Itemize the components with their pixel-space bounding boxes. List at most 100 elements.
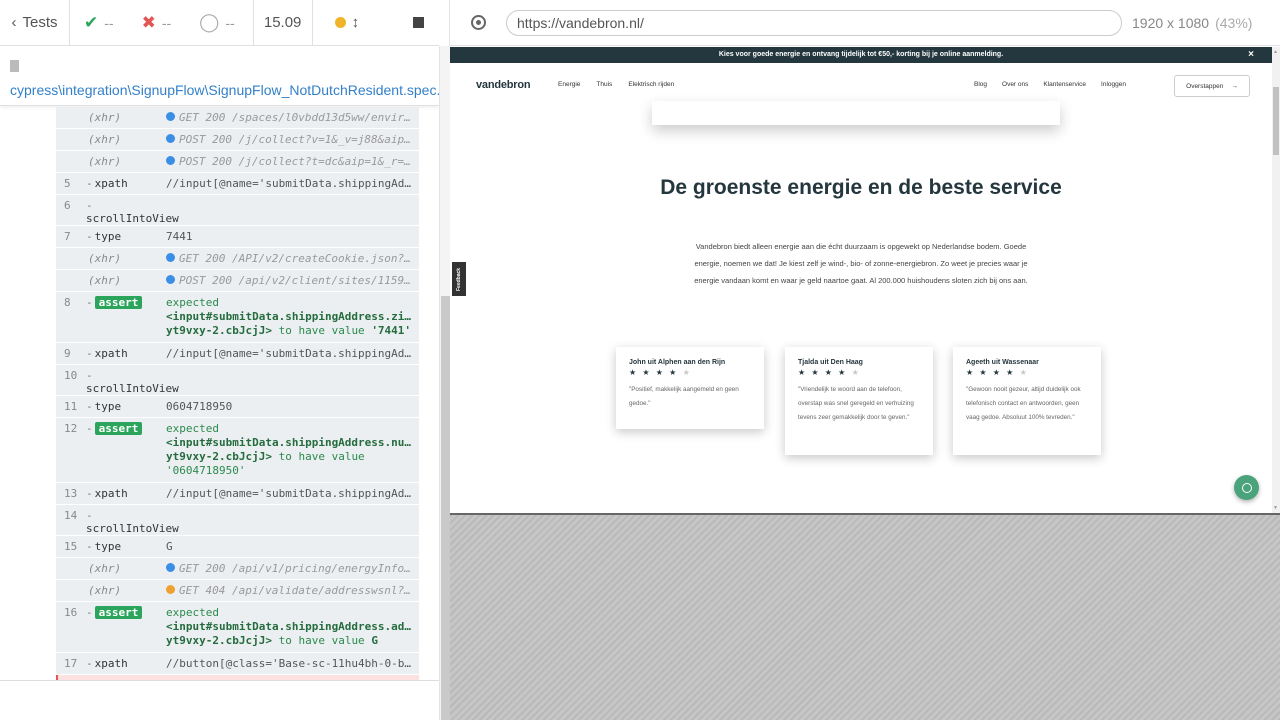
xhr-log-row[interactable]: (xhr) GET 200 /spaces/l0vbdd13d5ww/enviro… xyxy=(56,107,419,129)
duration: 15.09 xyxy=(252,0,313,46)
command-message: POST 200 /api/v2/client/sites/1159… xyxy=(166,274,419,287)
command-number: 6 xyxy=(64,199,71,212)
nav-item-klantenservice[interactable]: Klantenservice xyxy=(1043,81,1086,88)
command-name: (xhr) xyxy=(88,584,122,597)
command-number: 11 xyxy=(64,400,78,413)
command-message: expected <input#submitData.shippingAddres… xyxy=(166,422,413,477)
review-text: "Vriendelijk te woord aan de telefoon, o… xyxy=(798,386,914,421)
command-message: //input[@name='submitData.shippingAd… xyxy=(166,347,412,360)
status-dot-icon xyxy=(166,156,175,165)
selector-playground-button[interactable] xyxy=(450,15,506,30)
chat-icon xyxy=(1241,482,1252,493)
command-row[interactable]: 9 - xpath //input[@name='submitData.shippin… xyxy=(56,343,419,365)
command-name: - type xyxy=(86,540,122,553)
chat-button[interactable] xyxy=(1234,475,1259,500)
failed-count: ✖ -- xyxy=(141,12,172,32)
command-row[interactable]: 6 -scrollIntoView xyxy=(56,195,419,226)
xhr-log-row[interactable]: (xhr) GET 404 /api/validate/addresswsnl?… xyxy=(56,580,419,602)
aut-scrollbar-thumb[interactable] xyxy=(1273,87,1279,155)
tests-label: Tests xyxy=(22,14,58,31)
auto-scroll-icon[interactable]: ↕ xyxy=(352,14,360,31)
close-icon[interactable]: × xyxy=(1248,47,1254,63)
command-row[interactable]: 11 - type 0604718950 xyxy=(56,396,419,418)
chevron-left-icon: ‹ xyxy=(11,14,17,31)
command-row[interactable]: 15 - type G xyxy=(56,536,419,558)
reporter-footer xyxy=(0,680,439,720)
command-message: expected <input#submitData.shippingAddres… xyxy=(166,606,413,647)
site-logo[interactable]: vandebron xyxy=(476,79,531,91)
review-text: "Gewoon nooit gezeur, altijd duidelijk o… xyxy=(966,386,1081,421)
nav-item-elektrisch-rijden[interactable]: Elektrisch rijden xyxy=(628,81,674,88)
status-dot-icon xyxy=(334,17,346,28)
overstappen-button[interactable]: Overstappen → xyxy=(1174,75,1250,97)
nav-item-blog[interactable]: Blog xyxy=(974,81,987,88)
promo-banner: Kies voor goede energie en ontvang tijde… xyxy=(450,47,1272,63)
xhr-log-row[interactable]: (xhr) GET 200 /api/v1/pricing/energyInfo… xyxy=(56,558,419,580)
reporter-scrollbar[interactable] xyxy=(439,46,450,720)
command-row[interactable]: 5 - xpath //input[@name='submitData.shippin… xyxy=(56,173,419,195)
viewport-info[interactable]: 1920 x 1080 (43%) xyxy=(1132,15,1252,31)
feedback-tab[interactable]: Feedback xyxy=(452,262,466,296)
scroll-up-icon[interactable]: ▲ xyxy=(1273,49,1279,55)
crosshair-icon xyxy=(470,15,486,30)
pending-count: ◯ -- xyxy=(199,12,235,32)
aut-scrollbar[interactable]: ▲ ▼ xyxy=(1272,47,1280,513)
nav-left: Energie Thuis Elektrisch rijden xyxy=(558,81,674,88)
command-name: - assert xyxy=(86,422,166,435)
stop-icon[interactable] xyxy=(413,17,425,28)
star-rating: ★ ★ ★ ★ ★ xyxy=(798,368,861,377)
status-dot-icon xyxy=(166,134,175,143)
command-message: GET 200 /spaces/l0vbdd13d5ww/environment… xyxy=(166,111,419,124)
xhr-log-row[interactable]: (xhr) POST 200 /j/collect?v=1&_v=j88&aip=… xyxy=(56,129,419,151)
command-name: -scrollIntoView xyxy=(86,199,179,225)
status-dot-icon xyxy=(166,563,175,572)
command-message: POST 200 /j/collect?v=1&_v=j88&aip=1&a=2… xyxy=(166,133,419,146)
command-message: //input[@name='submitData.shippingAd… xyxy=(166,487,412,500)
url-bar[interactable]: https://vandebron.nl/ xyxy=(506,9,1122,36)
command-row[interactable]: 14 -scrollIntoView xyxy=(56,505,419,536)
command-message: //input[@name='submitData.shippingAd… xyxy=(166,177,412,190)
nav-item-inloggen[interactable]: Inloggen xyxy=(1101,81,1126,88)
tests-button[interactable]: ‹ Tests xyxy=(0,0,70,46)
viewport-size: 1920 x 1080 xyxy=(1132,14,1210,31)
assert-log-row[interactable]: 12 - assert expected <input#submitData.shipp… xyxy=(56,418,419,483)
viewport-overflow-area xyxy=(450,513,1280,720)
spec-path[interactable]: cypress\integration\SignupFlow\SignupFlo… xyxy=(0,46,450,106)
command-message: expected <input#submitData.shippingAddres… xyxy=(166,296,413,337)
review-card: Tjalda uit Den Haag ★ ★ ★ ★ ★ "Vriendeli… xyxy=(785,347,933,455)
command-name: - assert xyxy=(86,296,166,309)
command-name: -scrollIntoView xyxy=(86,369,179,395)
xhr-log-row[interactable]: (xhr) POST 200 /api/v2/client/sites/1159… xyxy=(56,270,419,292)
nav-item-thuis[interactable]: Thuis xyxy=(596,81,612,88)
scrollbar-thumb[interactable] xyxy=(441,296,450,720)
scroll-down-icon[interactable]: ▼ xyxy=(1273,505,1279,511)
status-dot-icon xyxy=(166,253,175,262)
command-message: GET 200 /API/v2/createCookie.json?url=ht… xyxy=(166,252,419,265)
nav-item-over-ons[interactable]: Over ons xyxy=(1002,81,1028,88)
assert-log-row[interactable]: 16 - assert expected <input#submitData.shipp… xyxy=(56,602,419,653)
nav-right: Blog Over ons Klantenservice Inloggen xyxy=(974,81,1126,88)
command-name: (xhr) xyxy=(88,111,122,124)
command-log-panel: ‹ Tests ✔ -- ✖ -- ◯ -- 15.09 ↕ cypress\i… xyxy=(0,0,450,720)
command-row[interactable]: 13 - xpath //input[@name='submitData.shippi… xyxy=(56,483,419,505)
command-number: 17 xyxy=(64,657,78,670)
review-card: John uit Alphen aan den Rijn ★ ★ ★ ★ ★ "… xyxy=(616,347,764,429)
app-under-test-frame: Kies voor goede energie en ontvang tijde… xyxy=(450,47,1280,513)
command-row[interactable]: 7 - type 7441 xyxy=(56,226,419,248)
x-icon: ✖ xyxy=(141,12,156,32)
command-message: 0604718950 xyxy=(166,400,233,413)
assert-log-row[interactable]: 8 - assert expected <input#submitData.shippi… xyxy=(56,292,419,343)
viewport-scale: (43%) xyxy=(1215,14,1253,31)
star-rating: ★ ★ ★ ★ ★ xyxy=(629,368,692,377)
nav-item-energie[interactable]: Energie xyxy=(558,81,580,88)
command-number: 10 xyxy=(64,369,78,382)
command-message: POST 200 /j/collect?t=dc&aip=1&_r=3&v=1&… xyxy=(166,155,419,168)
status-dot-icon xyxy=(166,585,175,594)
review-name: Ageeth uit Wassenaar xyxy=(966,359,1039,366)
command-row[interactable]: 17 - xpath //button[@class='Base-sc-11hu4bh… xyxy=(56,653,419,675)
file-icon xyxy=(10,60,19,72)
xhr-log-row[interactable]: (xhr) POST 200 /j/collect?t=dc&aip=1&_r=3… xyxy=(56,151,419,173)
promo-text: Kies voor goede energie en ontvang tijde… xyxy=(718,51,1004,58)
command-row[interactable]: 10 -scrollIntoView xyxy=(56,365,419,396)
xhr-log-row[interactable]: (xhr) GET 200 /API/v2/createCookie.json?u… xyxy=(56,248,419,270)
